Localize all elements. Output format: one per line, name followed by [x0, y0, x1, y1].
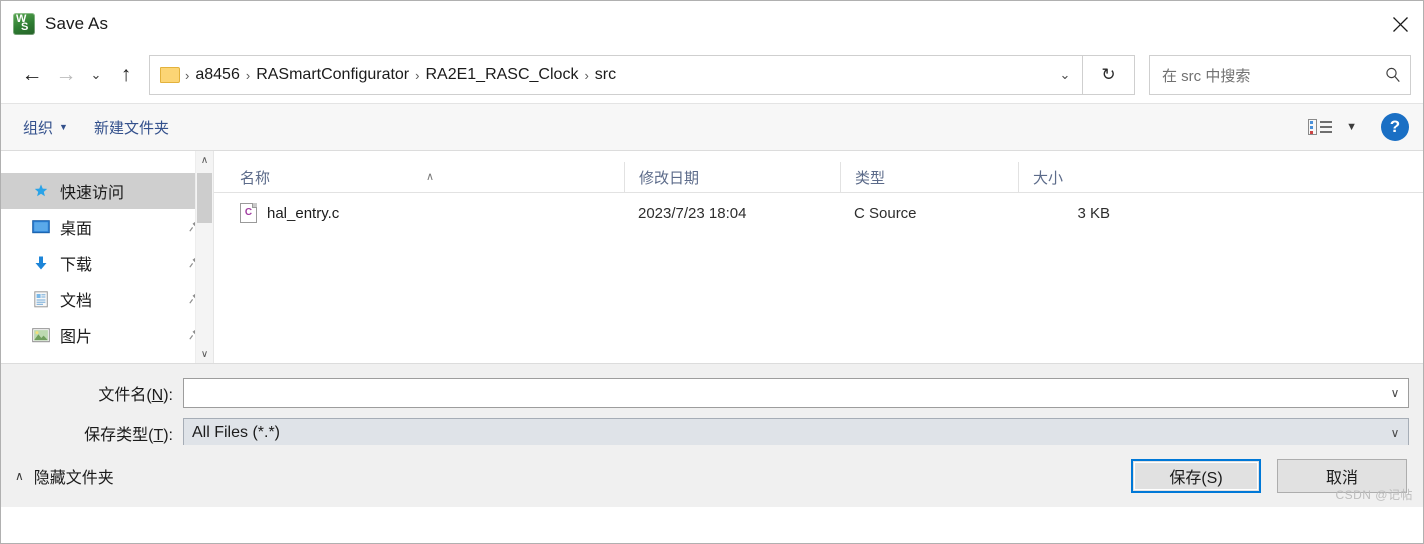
navigation-bar: ← → ⌄ ↑ › a8456 › RASmartConfigurator › …: [1, 47, 1423, 103]
hide-folders-toggle[interactable]: ∧ 隐藏文件夹: [15, 464, 114, 488]
scrollbar-thumb[interactable]: [197, 173, 212, 223]
refresh-icon[interactable]: ↻: [1083, 55, 1135, 95]
forward-arrow-icon: →: [55, 63, 77, 86]
file-date-cell: 2023/7/23 18:04: [638, 204, 747, 222]
column-header-name[interactable]: 名称 ∧: [214, 162, 624, 192]
close-icon[interactable]: [1377, 1, 1423, 47]
desktop-icon: [31, 218, 51, 236]
view-options-chevron-down-icon[interactable]: ▼: [1346, 121, 1357, 133]
file-list-pane: 名称 ∧ 修改日期 类型 大小 C hal_entry.c 2023/7/23 …: [213, 151, 1423, 363]
sidebar-item-label: 文档: [60, 293, 93, 310]
filename-chevron-down-icon[interactable]: ∨: [1382, 386, 1408, 400]
chevron-down-icon: ▼: [59, 122, 68, 132]
recent-locations-chevron-down-icon[interactable]: ⌄: [83, 58, 109, 92]
search-box[interactable]: 在 src 中搜索: [1149, 55, 1411, 95]
column-header-type[interactable]: 类型: [840, 162, 1018, 192]
save-button[interactable]: 保存(S): [1131, 459, 1261, 493]
filename-label: 文件名(N):: [1, 381, 183, 405]
organize-label: 组织: [23, 119, 54, 137]
sidebar-item-label: 桌面: [60, 221, 93, 238]
folder-icon: [160, 67, 180, 83]
sidebar-scrollbar[interactable]: ∧ ∨: [195, 151, 213, 363]
column-header-label: 修改日期: [639, 169, 700, 187]
wps-app-icon: W S: [13, 13, 35, 35]
breadcrumb-item-ra2e1-rasc-clock[interactable]: RA2E1_RASC_Clock: [420, 64, 583, 86]
breadcrumb-item-src[interactable]: src: [590, 64, 621, 86]
document-icon: [31, 290, 51, 308]
download-icon: [31, 254, 51, 272]
savetype-selected-value[interactable]: All Files (*.*): [184, 424, 1382, 442]
file-type-cell: C Source: [854, 204, 917, 222]
breadcrumb: › a8456 › RASmartConfigurator › RA2E1_RA…: [184, 64, 1048, 86]
breadcrumb-item-a8456[interactable]: a8456: [190, 64, 245, 86]
up-arrow-icon[interactable]: ↑: [109, 58, 143, 92]
sidebar-item-documents[interactable]: 文档: [1, 281, 213, 317]
sidebar-item-desktop[interactable]: 桌面: [1, 209, 213, 245]
filename-label-pre: 文件名(: [98, 387, 152, 404]
filename-label-post: ):: [163, 387, 173, 404]
column-header-label: 名称: [240, 169, 271, 187]
new-folder-button[interactable]: 新建文件夹: [94, 117, 169, 138]
star-icon: [31, 182, 51, 200]
view-options-icon[interactable]: [1308, 117, 1334, 137]
table-row[interactable]: C hal_entry.c 2023/7/23 18:04 C Source 3…: [214, 193, 1423, 233]
search-input[interactable]: 在 src 中搜索: [1150, 65, 1376, 86]
new-folder-label: 新建文件夹: [93, 119, 169, 137]
column-header-label: 大小: [1033, 169, 1064, 187]
dialog-footer: ∧ 隐藏文件夹 保存(S) 取消 CSDN @记帖: [1, 445, 1423, 507]
pictures-icon: [31, 326, 51, 344]
address-chevron-down-icon[interactable]: ⌄: [1048, 56, 1082, 94]
page-title: Save As: [45, 14, 109, 33]
chevron-up-icon: ∧: [15, 469, 24, 483]
c-source-file-icon: C: [240, 203, 257, 223]
file-list-rows: C hal_entry.c 2023/7/23 18:04 C Source 3…: [214, 193, 1423, 363]
sidebar-item-quick-access[interactable]: 快速访问: [1, 173, 213, 209]
filename-row: 文件名(N): ∨: [1, 376, 1423, 410]
back-arrow-icon[interactable]: ←: [15, 58, 49, 92]
sidebar-item-label: 快速访问: [60, 185, 125, 202]
savetype-chevron-down-icon[interactable]: ∨: [1382, 426, 1408, 440]
file-name-label: hal_entry.c: [267, 204, 340, 222]
sidebar-item-label: 下载: [60, 257, 93, 274]
command-toolbar: 组织 ▼ 新建文件夹 ▼ ?: [1, 103, 1423, 151]
savetype-label: 保存类型(T):: [1, 421, 183, 445]
address-bar[interactable]: › a8456 › RASmartConfigurator › RA2E1_RA…: [149, 55, 1083, 95]
filename-field[interactable]: ∨: [183, 378, 1409, 408]
file-size-cell: 3 KB: [1077, 204, 1110, 222]
watermark: CSDN @记帖: [1335, 488, 1413, 502]
sidebar-item-downloads[interactable]: 下载: [1, 245, 213, 281]
filename-label-accesskey: N: [151, 387, 164, 404]
sort-ascending-icon: ∧: [426, 171, 435, 183]
navigation-sidebar: 快速访问 桌面 下载 文档 图片 ∧ ∨: [1, 151, 213, 363]
save-form: 文件名(N): ∨ 保存类型(T): All Files (*.*) ∨: [1, 363, 1423, 448]
savetype-label-accesskey: T: [153, 427, 164, 444]
main-content: 快速访问 桌面 下载 文档 图片 ∧ ∨ 名称 ∧ 修改日期 类型 大小 C h…: [1, 151, 1423, 363]
title-bar: W S Save As: [1, 1, 1423, 47]
sidebar-item-label: 图片: [60, 329, 93, 346]
savetype-label-post: ):: [163, 427, 173, 444]
app-icon-s-glyph: S: [21, 21, 29, 33]
savetype-select[interactable]: All Files (*.*) ∨: [183, 418, 1409, 448]
column-header-label: 类型: [855, 169, 886, 187]
scrollbar-up-arrow-icon[interactable]: ∧: [196, 151, 213, 169]
column-header-size[interactable]: 大小: [1018, 162, 1140, 192]
file-icon-letter: C: [244, 207, 253, 218]
scrollbar-down-arrow-icon[interactable]: ∨: [196, 345, 213, 363]
toolbar-right-group: ▼ ?: [1308, 113, 1409, 141]
file-list-header: 名称 ∧ 修改日期 类型 大小: [214, 151, 1423, 193]
breadcrumb-item-rasmartconfigurator[interactable]: RASmartConfigurator: [251, 64, 414, 86]
search-icon[interactable]: [1376, 67, 1410, 83]
help-button[interactable]: ?: [1381, 113, 1409, 141]
savetype-label-pre: 保存类型(: [84, 427, 154, 444]
organize-button[interactable]: 组织 ▼: [23, 117, 68, 138]
file-name-cell[interactable]: C hal_entry.c: [214, 203, 624, 223]
column-header-date-modified[interactable]: 修改日期: [624, 162, 840, 192]
hide-folders-label: 隐藏文件夹: [33, 470, 114, 487]
sidebar-item-pictures[interactable]: 图片: [1, 317, 213, 353]
